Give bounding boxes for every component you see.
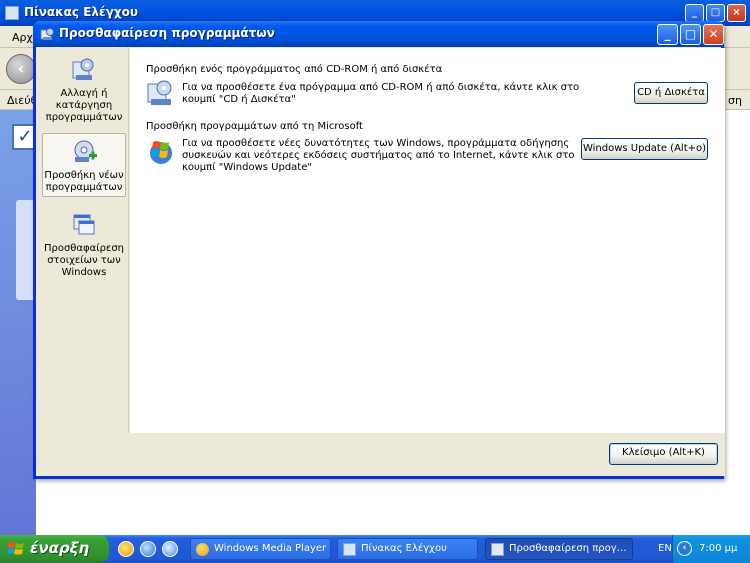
dialog-titlebar[interactable]: Προσθαφαίρεση προγραμμάτων _ □ ✕ [33,21,724,47]
add-remove-programs-icon [491,543,504,556]
add-remove-programs-dialog: Προσθαφαίρεση προγραμμάτων _ □ ✕ Αλλαγή … [33,21,725,479]
media-player-quicklaunch-icon[interactable] [118,541,134,557]
taskbar: έναρξη Windows Media Player Πίνακας Ελέγ… [0,535,750,563]
dialog-footer: Κλείσιμο (Alt+K) [38,433,725,476]
start-button[interactable]: έναρξη [0,535,109,563]
microsoft-section-heading: Προσθήκη προγραμμάτων από τη Microsoft [146,121,363,132]
clock[interactable]: 7:00 μμ [699,543,737,554]
add-remove-programs-title-icon [40,28,54,40]
task-change-remove-label: Αλλαγή ή κατάργηση προγραμμάτων [45,88,123,123]
back-arrow-icon[interactable]: ‹ [6,54,36,84]
microsoft-section-description: Για να προσθέσετε νέες δυνατότητες των W… [182,138,575,173]
dialog-close-button[interactable]: ✕ [703,24,724,45]
taskbar-item-label: Προσθαφαίρεση προγ… [509,543,627,554]
taskbar-item-control-panel[interactable]: Πίνακας Ελέγχου [337,538,478,560]
media-player-icon [196,543,209,556]
task-windows-components-label: Προσθαφαίρεση στοιχείων των Windows [43,243,125,278]
show-desktop-quicklaunch-icon[interactable] [162,541,178,557]
windows-flag-icon [7,542,24,555]
dialog-title: Προσθαφαίρεση προγραμμάτων [59,26,275,40]
control-panel-title: Πίνακας Ελέγχου [24,5,138,19]
control-panel-icon [343,543,356,556]
start-label: έναρξη [30,539,90,557]
content-pane: Προσθήκη ενός προγράμματος από CD-ROM ή … [130,48,725,433]
menu-file[interactable]: Αρχ [12,31,33,44]
task-change-remove-programs[interactable]: Αλλαγή ή κατάργηση προγραμμάτων [42,52,126,124]
taskbar-item-add-remove-programs[interactable]: Προσθαφαίρεση προγ… [485,538,633,560]
dialog-minimize-button[interactable]: _ [657,24,678,45]
change-remove-programs-icon [72,58,94,80]
maximize-button[interactable]: □ [706,4,725,22]
taskbar-item-label: Windows Media Player [214,543,327,554]
system-tray: ‹ 7:00 μμ [672,535,750,563]
control-panel-title-icon [5,6,19,20]
taskbar-item-label: Πίνακας Ελέγχου [361,543,447,554]
address-go-label[interactable]: ση [728,94,742,107]
internet-explorer-quicklaunch-icon[interactable] [140,541,156,557]
minimize-button[interactable]: _ [685,4,704,22]
dialog-body: Αλλαγή ή κατάργηση προγραμμάτων Προσθήκη… [36,47,725,476]
close-dialog-button[interactable]: Κλείσιμο (Alt+K) [609,443,718,465]
cd-section-description: Για να προσθέσετε ένα πρόγραμμα από CD-R… [182,82,580,105]
show-hidden-icons-icon[interactable]: ‹ [677,541,692,556]
control-panel-task-pane [0,110,36,535]
task-pane: Αλλαγή ή κατάργηση προγραμμάτων Προσθήκη… [38,48,129,433]
cd-or-floppy-button[interactable]: CD ή Δισκέτα [634,82,708,104]
dialog-maximize-button[interactable]: □ [680,24,701,45]
windows-components-icon [73,214,95,235]
task-add-new-label: Προσθήκη νέων προγραμμάτων [44,170,124,193]
add-new-programs-icon [74,140,97,162]
taskbar-item-media-player[interactable]: Windows Media Player [190,538,331,560]
task-windows-components[interactable]: Προσθαφαίρεση στοιχείων των Windows [42,207,126,279]
cd-section-heading: Προσθήκη ενός προγράμματος από CD-ROM ή … [146,64,443,75]
cd-install-icon [147,80,172,105]
windows-update-button[interactable]: Windows Update (Alt+o) [581,138,708,160]
task-add-new-programs[interactable]: Προσθήκη νέων προγραμμάτων [42,133,126,197]
windows-update-icon [150,141,172,164]
close-button[interactable]: × [727,4,746,22]
language-indicator[interactable]: EN [658,543,672,554]
